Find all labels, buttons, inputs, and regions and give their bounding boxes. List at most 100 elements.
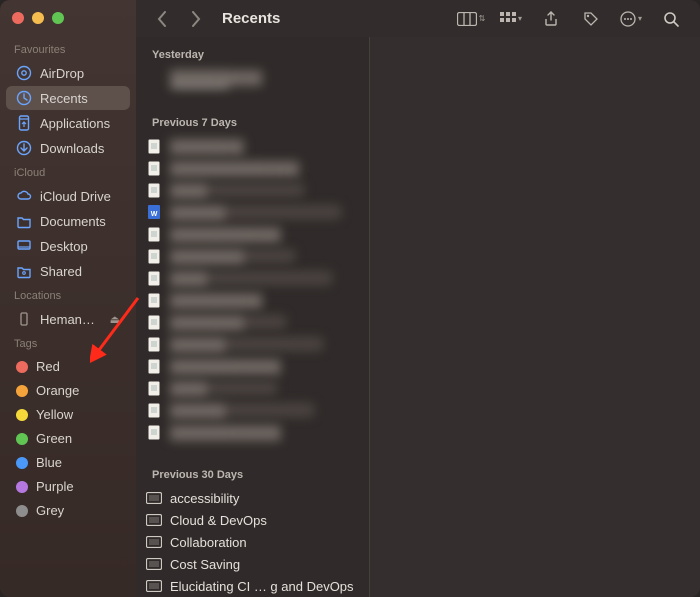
tag-color-dot	[16, 481, 28, 493]
group-by-button[interactable]: ▾	[496, 5, 526, 33]
file-row[interactable]: Cloud & DevOps	[136, 509, 369, 531]
sidebar-item-label: iCloud Drive	[40, 189, 120, 204]
file-name: ██████	[170, 403, 314, 417]
main-pane: Recents ⇅ ▾ ▾ Yesterd	[136, 0, 700, 597]
sidebar-item-label: Blue	[36, 455, 120, 470]
close-window-button[interactable]	[12, 12, 24, 24]
sidebar-section-label: Locations	[0, 284, 136, 306]
back-button[interactable]	[150, 5, 174, 33]
file-name: ██████████████	[170, 161, 267, 175]
window-title: Recents	[222, 10, 280, 27]
sidebar-item-label: Green	[36, 431, 120, 446]
zoom-window-button[interactable]	[52, 12, 64, 24]
tags-button[interactable]	[576, 5, 606, 33]
file-row[interactable]: W██████	[136, 201, 369, 223]
file-type-icon	[146, 226, 162, 242]
sidebar-item-icloud-drive[interactable]: iCloud Drive	[6, 184, 130, 208]
sidebar-item-airdrop[interactable]: AirDrop	[6, 61, 130, 85]
shared-icon	[16, 263, 32, 279]
file-row[interactable]: Cost Saving	[136, 553, 369, 575]
file-row[interactable]: ██████	[136, 399, 369, 421]
file-name: ████████████	[170, 425, 231, 439]
more-button[interactable]: ▾	[616, 5, 646, 33]
file-row[interactable]: ██████████	[136, 289, 369, 311]
file-type-icon	[146, 556, 162, 572]
forward-button[interactable]	[184, 5, 208, 33]
minimize-window-button[interactable]	[32, 12, 44, 24]
file-row[interactable]: ████████████	[136, 421, 369, 443]
file-row[interactable]: ██████████	[136, 67, 369, 91]
window-controls	[0, 8, 136, 38]
ellipsis-circle-icon	[620, 11, 636, 27]
file-row[interactable]: Collaboration	[136, 531, 369, 553]
file-type-icon	[146, 138, 162, 154]
sidebar-item-blue[interactable]: Blue	[6, 451, 130, 474]
file-row[interactable]: ████████	[136, 311, 369, 333]
file-row[interactable]: ████████	[136, 135, 369, 157]
tag-icon	[583, 11, 599, 27]
preview-column	[370, 37, 700, 597]
sidebar-item-shared[interactable]: Shared	[6, 259, 130, 283]
desktop-icon	[16, 238, 32, 254]
file-row[interactable]: ████████████	[136, 223, 369, 245]
device-icon	[16, 311, 32, 327]
file-list-column[interactable]: Yesterday██████████Previous 7 Days██████…	[136, 37, 370, 597]
file-row[interactable]: ████	[136, 267, 369, 289]
share-button[interactable]	[536, 5, 566, 33]
file-row[interactable]: accessibility	[136, 487, 369, 509]
file-type-icon	[146, 578, 162, 594]
file-type-icon	[146, 512, 162, 528]
sidebar-item-grey[interactable]: Grey	[6, 499, 130, 522]
file-row[interactable]: ████	[136, 179, 369, 201]
sidebar-item-heman[interactable]: Heman… ⏏	[6, 307, 130, 331]
file-row[interactable]: ████	[136, 377, 369, 399]
file-type-icon: W	[146, 204, 162, 220]
sidebar-section-label: Tags	[0, 332, 136, 354]
file-row[interactable]: ██████████████	[136, 157, 369, 179]
file-type-icon	[146, 248, 162, 264]
file-name: ██████████	[170, 70, 230, 88]
file-row[interactable]: ██████	[136, 333, 369, 355]
file-type-icon	[146, 402, 162, 418]
group-header: Yesterday	[136, 37, 369, 67]
sidebar-item-recents[interactable]: Recents	[6, 86, 130, 110]
eject-icon[interactable]: ⏏	[110, 313, 120, 326]
sidebar-item-label: Documents	[40, 214, 120, 229]
sidebar-item-label: Recents	[40, 91, 120, 106]
sidebar-item-label: AirDrop	[40, 66, 120, 81]
file-type-icon	[146, 160, 162, 176]
file-type-icon	[146, 182, 162, 198]
finder-window: Favourites AirDrop Recents Applications Down…	[0, 0, 700, 597]
sidebar-item-downloads[interactable]: Downloads	[6, 136, 130, 160]
file-type-icon	[146, 292, 162, 308]
sidebar-item-label: Grey	[36, 503, 120, 518]
sidebar-item-desktop[interactable]: Desktop	[6, 234, 130, 258]
chevron-updown-icon: ⇅	[479, 14, 486, 23]
download-icon	[16, 140, 32, 156]
tag-color-dot	[16, 433, 28, 445]
file-row[interactable]: ████████████	[136, 355, 369, 377]
chevron-down-icon: ▾	[518, 14, 522, 23]
sidebar-item-applications[interactable]: Applications	[6, 111, 130, 135]
sidebar-item-purple[interactable]: Purple	[6, 475, 130, 498]
file-name: ██████████	[170, 293, 249, 307]
sidebar-item-yellow[interactable]: Yellow	[6, 403, 130, 426]
svg-text:W: W	[151, 211, 158, 218]
file-type-icon	[146, 336, 162, 352]
file-name: ████████	[170, 139, 230, 153]
sidebar-item-label: Red	[36, 359, 120, 374]
view-mode-button[interactable]: ⇅	[456, 5, 486, 33]
sidebar-item-label: Heman…	[40, 312, 102, 327]
file-row[interactable]: Elucidating CI … g and DevOps	[136, 575, 369, 597]
sidebar-item-red[interactable]: Red	[6, 355, 130, 378]
file-row[interactable]: ████████	[136, 245, 369, 267]
sidebar-item-orange[interactable]: Orange	[6, 379, 130, 402]
sidebar-section-label: Favourites	[0, 38, 136, 60]
folder-icon	[16, 213, 32, 229]
sidebar-item-green[interactable]: Green	[6, 427, 130, 450]
icloud-icon	[16, 188, 32, 204]
sidebar-item-documents[interactable]: Documents	[6, 209, 130, 233]
search-button[interactable]	[656, 5, 686, 33]
sidebar-item-label: Applications	[40, 116, 120, 131]
sidebar-item-label: Shared	[40, 264, 120, 279]
